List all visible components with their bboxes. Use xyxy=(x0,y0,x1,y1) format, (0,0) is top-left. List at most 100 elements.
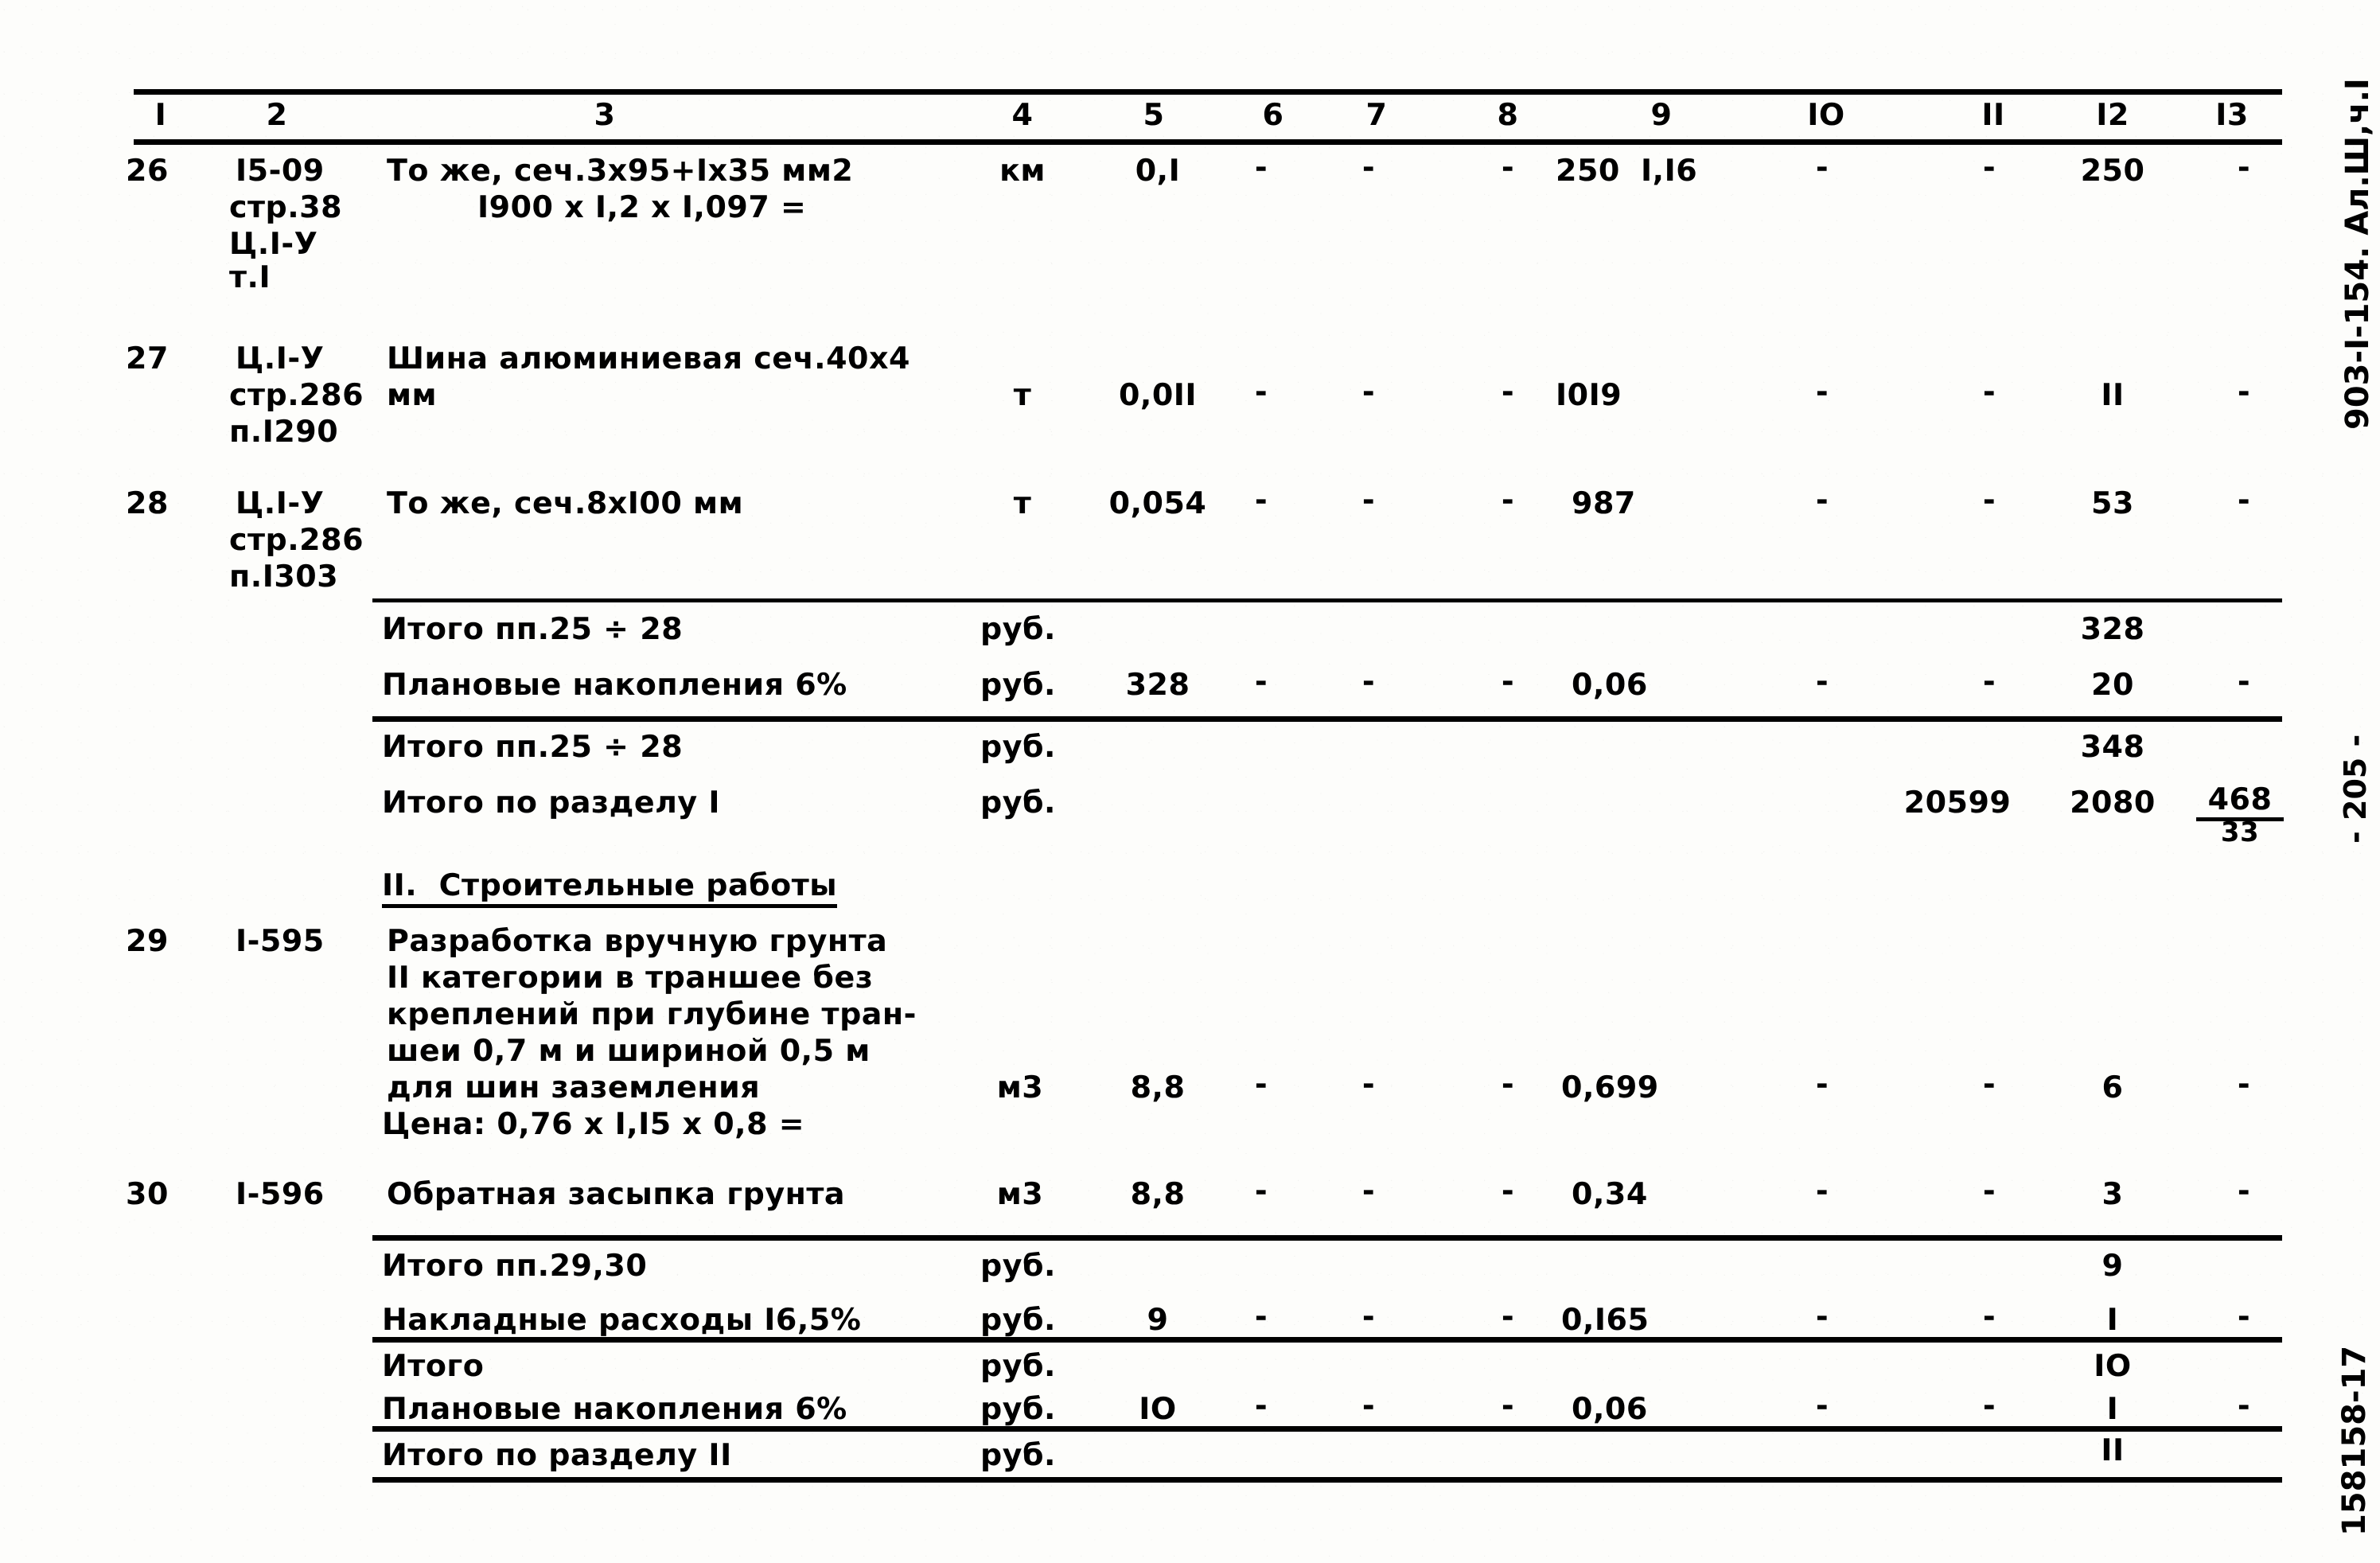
row-29-col12: 6 xyxy=(2101,1070,2124,1105)
total-row-2-col12: 20 xyxy=(2091,667,2134,702)
total-row-8-col5: IO xyxy=(1139,1391,1177,1426)
section-heading-2: II. Строительные работы xyxy=(382,867,838,908)
total-row-7-unit: руб. xyxy=(980,1348,1056,1383)
column-header-2: 2 xyxy=(266,97,288,132)
column-header-12: I2 xyxy=(2096,97,2129,132)
row-27-col10: - xyxy=(1815,374,1829,409)
row-28-number: 28 xyxy=(126,485,169,520)
total-row-4-col12: 2080 xyxy=(2070,785,2156,820)
total-row-8-col13: - xyxy=(2237,1388,2251,1423)
total-row-6-col12: I xyxy=(2106,1302,2119,1337)
subtotal-group-1-top-rule xyxy=(372,598,2282,602)
row-26-desc-line-1: То же, сеч.3х95+Iх35 мм2 xyxy=(387,153,854,188)
total-row-5-label: Итого пп.29,30 xyxy=(382,1248,648,1283)
column-header-10: IO xyxy=(1807,97,1845,132)
row-27-col6: - xyxy=(1254,374,1268,409)
row-26-desc-line-2: I900 х I,2 х I,097 = xyxy=(477,189,807,224)
rule-after-profit xyxy=(372,1426,2282,1432)
row-26-col7: - xyxy=(1361,150,1376,185)
row-27-col5: 0,0II xyxy=(1118,377,1198,412)
total-row-6-label: Накладные расходы I6,5% xyxy=(382,1302,862,1343)
column-header-9: 9 xyxy=(1650,97,1673,132)
row-26-col10: - xyxy=(1815,150,1829,185)
row-30-unit: м3 xyxy=(996,1176,1044,1211)
row-26-code-line-1: I5-09 xyxy=(236,153,325,188)
row-30-col9: 0,34 xyxy=(1572,1176,1648,1211)
column-header-7: 7 xyxy=(1365,97,1388,132)
total-row-6-col13: - xyxy=(2237,1299,2251,1334)
total-row-2-unit: руб. xyxy=(980,667,1056,702)
row-29-desc-line-5: для шин заземления xyxy=(387,1070,761,1105)
total-row-1-label: Итого пп.25 ÷ 28 xyxy=(382,611,684,646)
row-30-col10: - xyxy=(1815,1173,1829,1208)
total-row-2-col7: - xyxy=(1361,664,1376,699)
final-totals-top-rule xyxy=(372,1235,2282,1241)
total-row-3-label: Итого пп.25 ÷ 28 xyxy=(382,729,684,764)
total-row-4-unit: руб. xyxy=(980,785,1056,820)
total-row-4-col11: 20599 xyxy=(1903,785,2012,820)
row-28-col9-a: 987 xyxy=(1572,485,1636,520)
total-row-4-label: Итого по разделу I xyxy=(382,785,721,820)
total-row-2-col13: - xyxy=(2237,664,2251,699)
total-row-6-unit: руб. xyxy=(980,1302,1056,1337)
row-29-col11: - xyxy=(1982,1066,1996,1101)
row-30-col7: - xyxy=(1361,1173,1376,1208)
subtotal-group-2-top-rule xyxy=(372,716,2282,722)
row-26-col11: - xyxy=(1982,150,1996,185)
row-29-col5: 8,8 xyxy=(1130,1070,1186,1105)
rule-after-overheads xyxy=(372,1337,2282,1343)
column-header-13: I3 xyxy=(2215,97,2249,132)
total-row-7-col12: IO xyxy=(2094,1348,2132,1383)
row-26-code-line-3: Ц.I-У xyxy=(229,226,318,261)
total-row-9-label: Итого по разделу II xyxy=(382,1437,732,1472)
row-30-col12: 3 xyxy=(2101,1176,2124,1211)
row-27-col7: - xyxy=(1361,374,1376,409)
row-27-col12: II xyxy=(2101,377,2125,412)
total-row-1-col12: 328 xyxy=(2080,611,2145,646)
total-row-3-unit: руб. xyxy=(980,729,1056,764)
total-row-8-col10: - xyxy=(1815,1388,1829,1423)
row-28-col8: - xyxy=(1501,482,1515,517)
total-row-8-unit: руб. xyxy=(980,1391,1056,1426)
row-28-col13: - xyxy=(2237,482,2251,517)
total-row-9-col12: II xyxy=(2101,1432,2125,1468)
total-row-2-col6: - xyxy=(1254,664,1268,699)
row-30-desc-line-1: Обратная засыпка грунта xyxy=(387,1176,846,1211)
row-28-unit: т xyxy=(1013,485,1032,520)
total-row-2-col10: - xyxy=(1815,664,1829,699)
total-row-6-col11: - xyxy=(1982,1299,1996,1334)
total-row-8-label: Плановые накопления 6% xyxy=(382,1391,847,1432)
table-bottom-rule xyxy=(372,1477,2282,1483)
row-28-desc-line-1: То же, сеч.8хI00 мм xyxy=(387,485,744,520)
row-27-col11: - xyxy=(1982,374,1996,409)
row-29-col7: - xyxy=(1361,1066,1376,1101)
header-bottom-rule xyxy=(134,139,2282,145)
row-29-desc-line-6: Цена: 0,76 х I,I5 х 0,8 = xyxy=(382,1106,805,1141)
column-header-5: 5 xyxy=(1143,97,1165,132)
row-29-unit: м3 xyxy=(996,1070,1044,1105)
total-row-2-col11: - xyxy=(1982,664,1996,699)
total-row-6-col6: - xyxy=(1254,1299,1268,1334)
total-row-6-col7: - xyxy=(1361,1299,1376,1334)
total-row-1-unit: руб. xyxy=(980,611,1056,646)
row-30-number: 30 xyxy=(126,1176,169,1211)
row-26-unit: км xyxy=(999,153,1046,188)
total-row-8-col12: I xyxy=(2106,1391,2119,1426)
row-26-col6: - xyxy=(1254,150,1268,185)
total-row-8-col6: - xyxy=(1254,1388,1268,1423)
column-header-8: 8 xyxy=(1497,97,1519,132)
row-26-code-line-4: т.I xyxy=(229,259,271,294)
column-header-3: 3 xyxy=(594,97,616,132)
row-26-col8: - xyxy=(1501,150,1515,185)
row-28-col6: - xyxy=(1254,482,1268,517)
row-29-col8: - xyxy=(1501,1066,1515,1101)
row-26-col12: 250 xyxy=(2080,153,2145,188)
row-30-col8: - xyxy=(1501,1173,1515,1208)
row-30-code-line-1: I-596 xyxy=(236,1176,325,1211)
row-26-col9-a: 250 xyxy=(1556,153,1620,188)
total-row-5-col12: 9 xyxy=(2101,1248,2124,1283)
total-row-2-col5: 328 xyxy=(1125,667,1190,702)
total-row-8-col8: - xyxy=(1501,1388,1515,1423)
row-30-col6: - xyxy=(1254,1173,1268,1208)
row-27-code-line-3: п.I290 xyxy=(229,414,339,449)
